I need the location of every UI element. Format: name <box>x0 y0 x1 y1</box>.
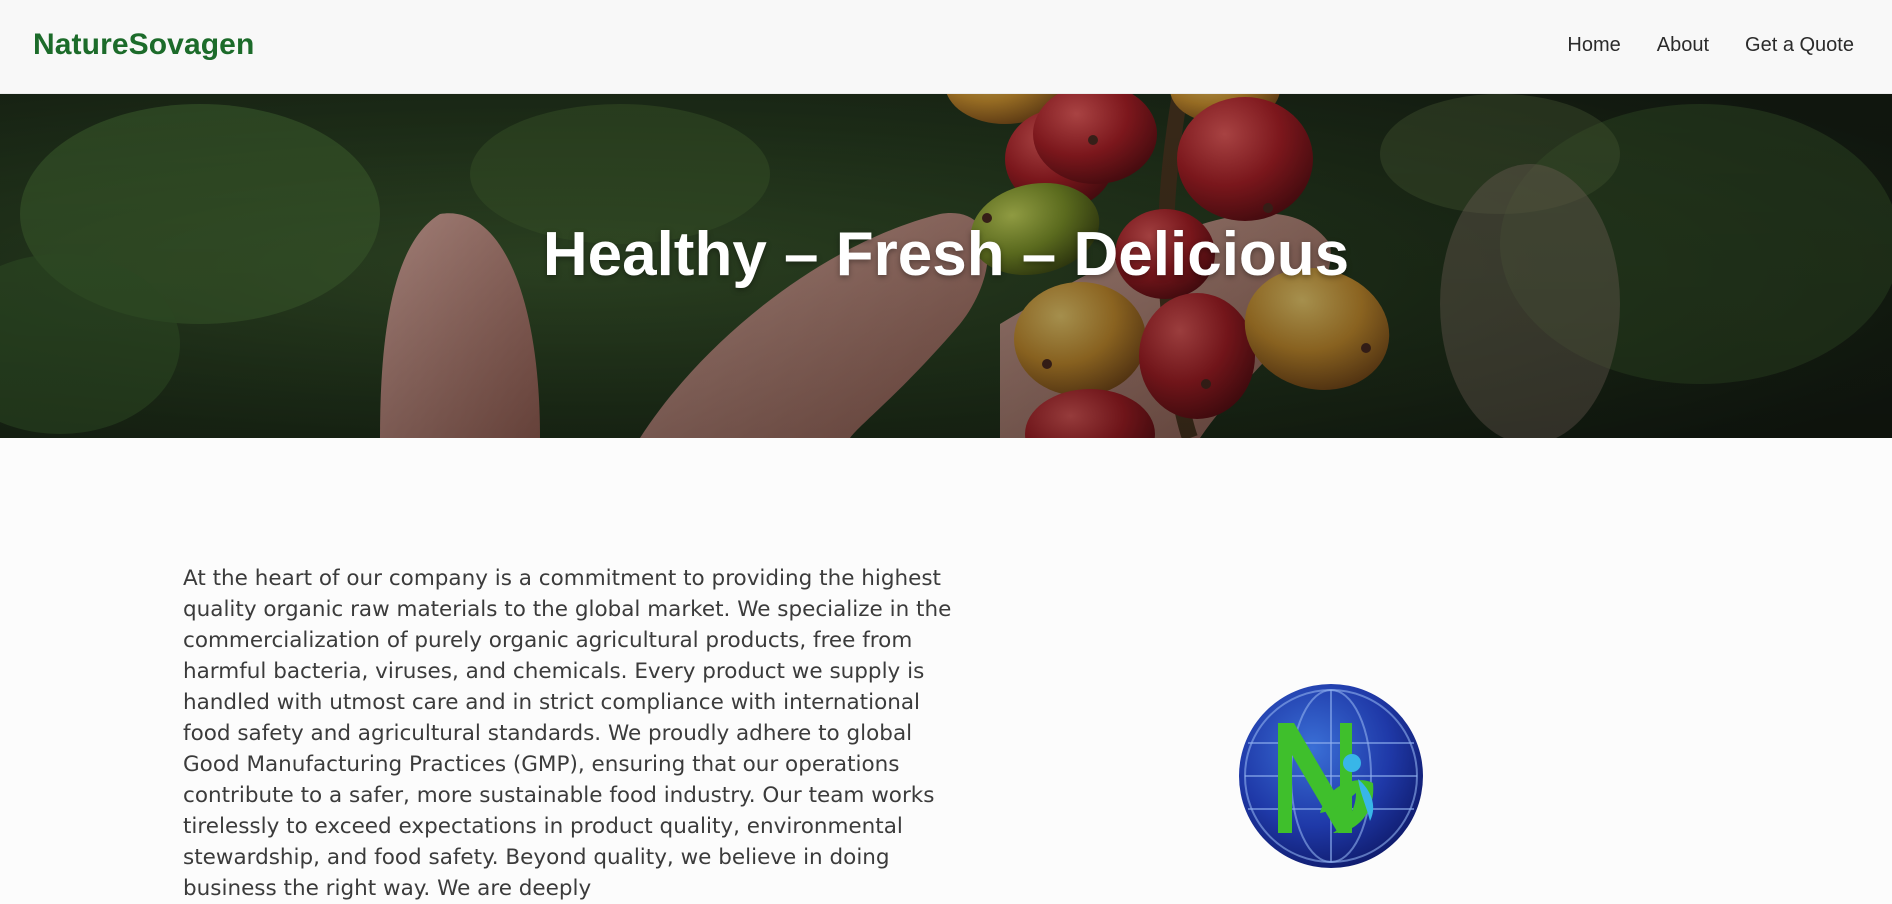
hero-title: Healthy – Fresh – Delicious <box>542 220 1350 289</box>
hero-banner: Healthy – Fresh – Delicious <box>0 94 1892 438</box>
company-globe-logo-icon <box>1239 684 1423 868</box>
nav-home-link[interactable]: Home <box>1567 34 1620 57</box>
main-nav: Home About Get a Quote <box>1567 34 1854 57</box>
nav-about-link[interactable]: About <box>1657 34 1709 57</box>
about-paragraph: At the heart of our company is a commitm… <box>183 566 952 901</box>
nav-get-a-quote-link[interactable]: Get a Quote <box>1745 34 1854 57</box>
top-navbar: NatureSovagen Home About Get a Quote <box>0 0 1892 94</box>
brand-logo-link[interactable]: NatureSovagen <box>33 28 254 62</box>
